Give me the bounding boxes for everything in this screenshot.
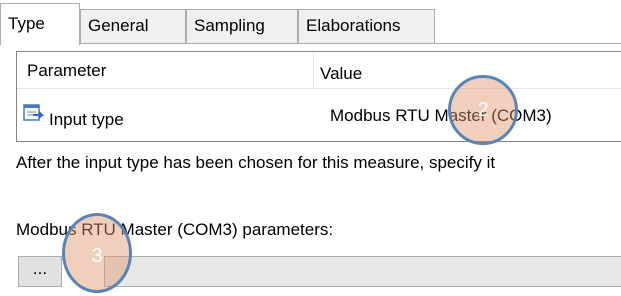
tab-label: Sampling <box>194 16 265 35</box>
tab-elaborations[interactable]: Elaborations <box>298 9 435 43</box>
column-header-value: Value <box>320 64 363 83</box>
tab-label: Type <box>8 14 45 33</box>
tab-general[interactable]: General <box>80 9 186 43</box>
row-divider <box>17 88 621 89</box>
column-divider <box>313 52 314 88</box>
description-text: After the input type has been chosen for… <box>16 153 496 172</box>
tab-label: Elaborations <box>306 16 401 35</box>
tab-type[interactable]: Type <box>0 3 80 45</box>
tab-sampling[interactable]: Sampling <box>186 9 298 43</box>
tab-strip: Type General Sampling Elaborations <box>0 0 621 45</box>
input-type-icon <box>23 104 44 121</box>
tab-strip-divider <box>0 43 621 44</box>
callout-badge-3: 3 <box>62 213 132 293</box>
callout-badge-2: 2 <box>448 75 518 145</box>
column-header-parameter: Parameter <box>27 61 107 80</box>
tab-label: General <box>88 16 149 35</box>
property-grid: Parameter Value Input type Modbus RTU Ma… <box>16 51 621 142</box>
row-value[interactable]: Modbus RTU Master (COM3) <box>330 106 552 126</box>
row-parameter: Input type <box>49 110 124 129</box>
parameters-field[interactable] <box>104 256 621 287</box>
browse-button[interactable]: ... <box>18 256 62 287</box>
